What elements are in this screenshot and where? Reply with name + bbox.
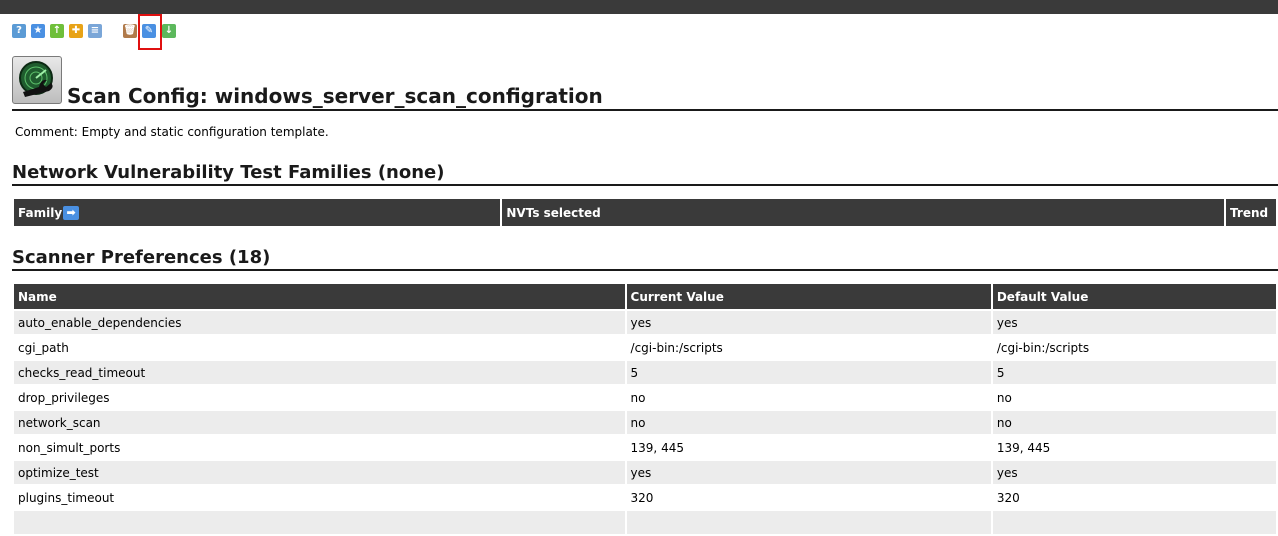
pref-current-value	[626, 511, 991, 534]
column-header-trend: Trend	[1226, 199, 1276, 226]
pref-name: non_simult_ports	[14, 436, 625, 459]
table-row: drop_privileges no no	[14, 386, 1276, 409]
pref-default-value: yes	[992, 311, 1276, 334]
config-comment: Comment: Empty and static configuration …	[15, 125, 329, 139]
pref-current-value: 5	[626, 361, 991, 384]
table-row: plugins_timeout 320 320	[14, 486, 1276, 509]
pref-default-value: no	[992, 386, 1276, 409]
column-header-family[interactable]: Family ➡	[14, 199, 501, 226]
pref-name: auto_enable_dependencies	[14, 311, 625, 334]
pref-default-value: 320	[992, 486, 1276, 509]
pref-default-value: 5	[992, 361, 1276, 384]
trashcan-icon[interactable]: 🗑	[123, 24, 137, 38]
column-header-default-value: Default Value	[992, 284, 1276, 309]
pref-current-value: /cgi-bin:/scripts	[626, 336, 991, 359]
download-icon[interactable]: ↓	[162, 24, 176, 38]
sort-arrow-icon[interactable]: ➡	[63, 205, 80, 220]
scan-config-logo-icon	[12, 56, 62, 104]
page-title: Scan Config: windows_server_scan_configr…	[67, 84, 603, 108]
edit-icon-highlight	[138, 14, 162, 50]
scanner-preferences-heading: Scanner Preferences (18)	[12, 247, 271, 268]
pref-name: optimize_test	[14, 461, 625, 484]
pref-default-value: yes	[992, 461, 1276, 484]
scanner-preferences-divider	[12, 269, 1278, 271]
table-row: non_simult_ports 139, 445 139, 445	[14, 436, 1276, 459]
table-row	[14, 511, 1276, 534]
pref-default-value: /cgi-bin:/scripts	[992, 336, 1276, 359]
new-config-icon[interactable]: ✚	[69, 24, 83, 38]
scanner-preferences-table: Name Current Value Default Value auto_en…	[12, 282, 1278, 536]
up-arrow-icon[interactable]: ↑	[50, 24, 64, 38]
pref-current-value: 139, 445	[626, 436, 991, 459]
star-icon[interactable]: ★	[31, 24, 45, 38]
pref-name	[14, 511, 625, 534]
pref-current-value: yes	[626, 311, 991, 334]
pref-name: cgi_path	[14, 336, 625, 359]
pref-current-value: no	[626, 411, 991, 434]
list-icon[interactable]: ≡	[88, 24, 102, 38]
pref-default-value	[992, 511, 1276, 534]
nvt-families-table: Family ➡ NVTs selected Trend	[12, 197, 1278, 228]
pref-default-value: 139, 445	[992, 436, 1276, 459]
pref-current-value: no	[626, 386, 991, 409]
table-row: optimize_test yes yes	[14, 461, 1276, 484]
pref-current-value: yes	[626, 461, 991, 484]
column-header-nvts-selected: NVTs selected	[502, 199, 1225, 226]
pref-current-value: 320	[626, 486, 991, 509]
pref-name: checks_read_timeout	[14, 361, 625, 384]
pref-default-value: no	[992, 411, 1276, 434]
help-icon[interactable]: ?	[12, 24, 26, 38]
pref-name: drop_privileges	[14, 386, 625, 409]
column-header-name: Name	[14, 284, 625, 309]
title-divider	[12, 109, 1278, 111]
nvt-families-divider	[12, 184, 1278, 186]
table-row: auto_enable_dependencies yes yes	[14, 311, 1276, 334]
table-row: network_scan no no	[14, 411, 1276, 434]
table-row: checks_read_timeout 5 5	[14, 361, 1276, 384]
column-header-current-value: Current Value	[626, 284, 991, 309]
top-bar	[0, 0, 1278, 14]
nvt-families-heading: Network Vulnerability Test Families (non…	[12, 162, 445, 183]
pref-name: plugins_timeout	[14, 486, 625, 509]
pref-name: network_scan	[14, 411, 625, 434]
table-row: cgi_path /cgi-bin:/scripts /cgi-bin:/scr…	[14, 336, 1276, 359]
